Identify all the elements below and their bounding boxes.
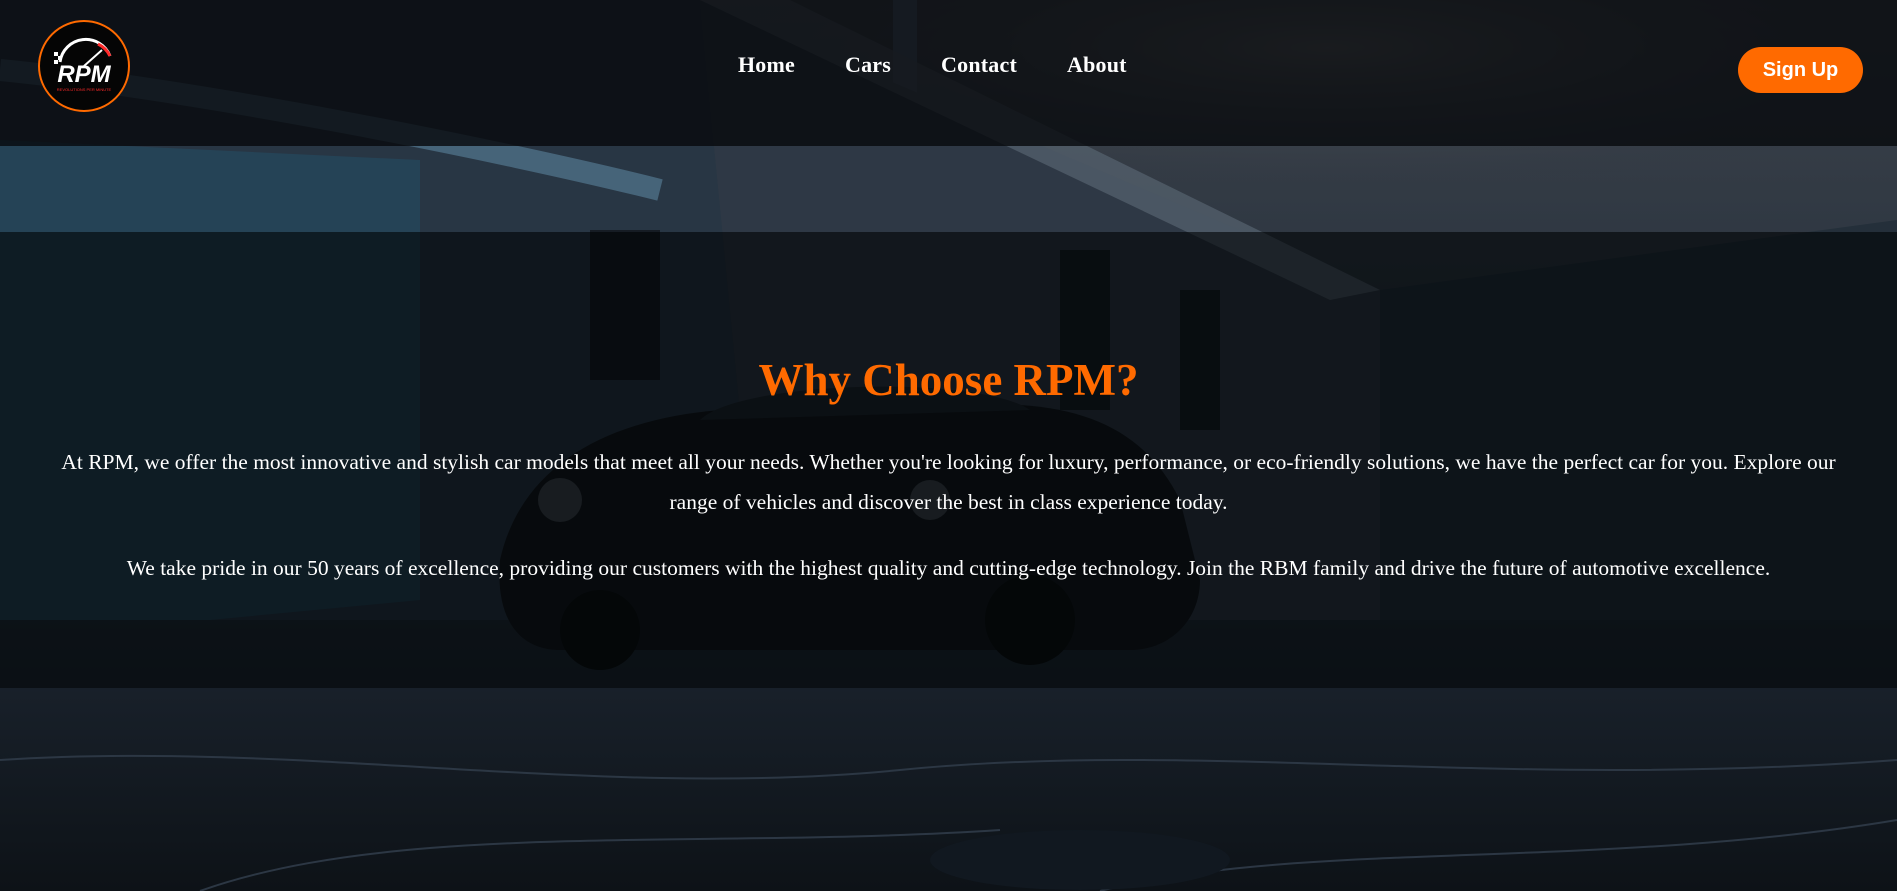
nav-cars[interactable]: Cars: [845, 52, 891, 78]
header-divider-band: [0, 146, 1897, 232]
nav-about[interactable]: About: [1067, 52, 1127, 78]
why-choose-title: Why Choose RPM?: [758, 355, 1139, 405]
svg-text:REVOLUTIONS PER MINUTE: REVOLUTIONS PER MINUTE: [57, 87, 112, 92]
site-header: RPM REVOLUTIONS PER MINUTE Home Cars Con…: [0, 0, 1897, 146]
nav-contact[interactable]: Contact: [941, 52, 1017, 78]
why-choose-section: Why Choose RPM? At RPM, we offer the mos…: [0, 232, 1897, 688]
rpm-logo[interactable]: RPM REVOLUTIONS PER MINUTE: [38, 20, 130, 112]
page: RPM REVOLUTIONS PER MINUTE Home Cars Con…: [0, 0, 1897, 891]
main-nav: Home Cars Contact About: [738, 52, 1127, 78]
sign-up-button[interactable]: Sign Up: [1738, 47, 1863, 93]
why-choose-paragraph-2: We take pride in our 50 years of excelle…: [126, 556, 1771, 580]
why-choose-paragraph-1: At RPM, we offer the most innovative and…: [61, 450, 1836, 514]
rpm-logo-icon: RPM REVOLUTIONS PER MINUTE: [54, 37, 112, 92]
svg-text:RPM: RPM: [57, 61, 111, 88]
nav-home[interactable]: Home: [738, 52, 795, 78]
